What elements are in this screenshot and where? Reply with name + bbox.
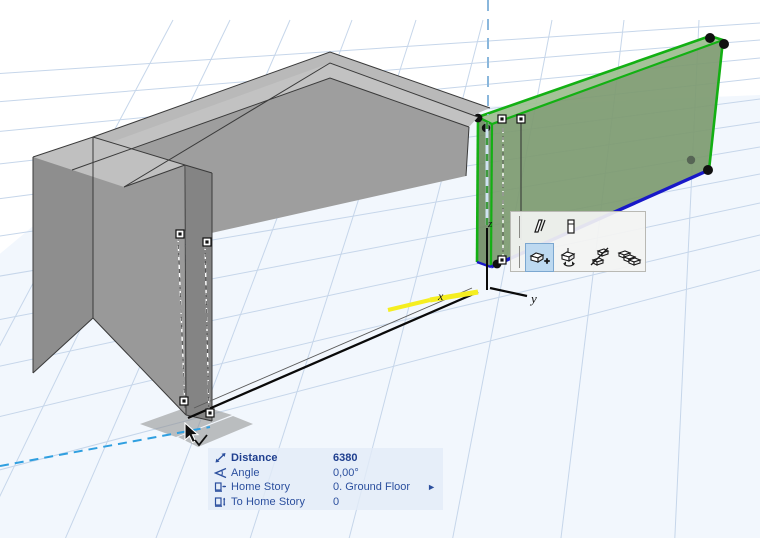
rotate-icon[interactable] (555, 243, 584, 272)
home-story-value[interactable]: 0. Ground Floor (333, 481, 410, 493)
home-story-label: Home Story (231, 481, 291, 494)
straight-wall-icon[interactable] (525, 213, 555, 242)
mirror-icon[interactable] (585, 243, 614, 272)
palette-row-edit-commands (511, 242, 645, 272)
angle-value[interactable]: 0,00° (333, 467, 359, 479)
selection-node (719, 39, 729, 49)
to-home-story-label: To Home Story (231, 495, 306, 508)
home-story-submenu-arrow[interactable]: ► (427, 482, 436, 492)
selection-node (703, 165, 713, 175)
archicad-3d-window[interactable]: x y z Distance 6380 Angle 0,00° Home Sto… (0, 0, 760, 538)
y-axis-label: y (529, 291, 537, 306)
home-story-icon (214, 481, 231, 493)
tracker-row-angle[interactable]: Angle 0,00° (214, 466, 443, 481)
distance-label: Distance (231, 452, 278, 465)
tracker-row-home-story[interactable]: Home Story 0. Ground Floor ► (214, 480, 443, 495)
palette-row-geometry-methods (511, 212, 645, 242)
tracker-row-to-home-story[interactable]: To Home Story 0 (214, 495, 443, 510)
palette-grip[interactable] (513, 212, 525, 242)
angle-label: Angle (231, 466, 260, 479)
angle-icon (214, 467, 231, 479)
single-wall-icon[interactable] (556, 213, 586, 242)
selection-node (705, 33, 715, 43)
tracker-row-distance[interactable]: Distance 6380 (214, 451, 443, 466)
multiply-icon[interactable] (615, 243, 644, 272)
distance-value[interactable]: 6380 (333, 452, 357, 464)
selection-node (686, 155, 696, 165)
palette-grip-lower[interactable] (513, 242, 525, 272)
tracker-info-box[interactable]: Distance 6380 Angle 0,00° Home Story 0. … (208, 448, 443, 510)
to-home-story-icon (214, 496, 231, 508)
to-home-story-value[interactable]: 0 (333, 496, 339, 508)
drag-icon[interactable] (525, 242, 555, 272)
x-axis-label: x (437, 289, 444, 303)
pet-palette[interactable] (510, 211, 646, 272)
distance-icon (214, 452, 231, 464)
